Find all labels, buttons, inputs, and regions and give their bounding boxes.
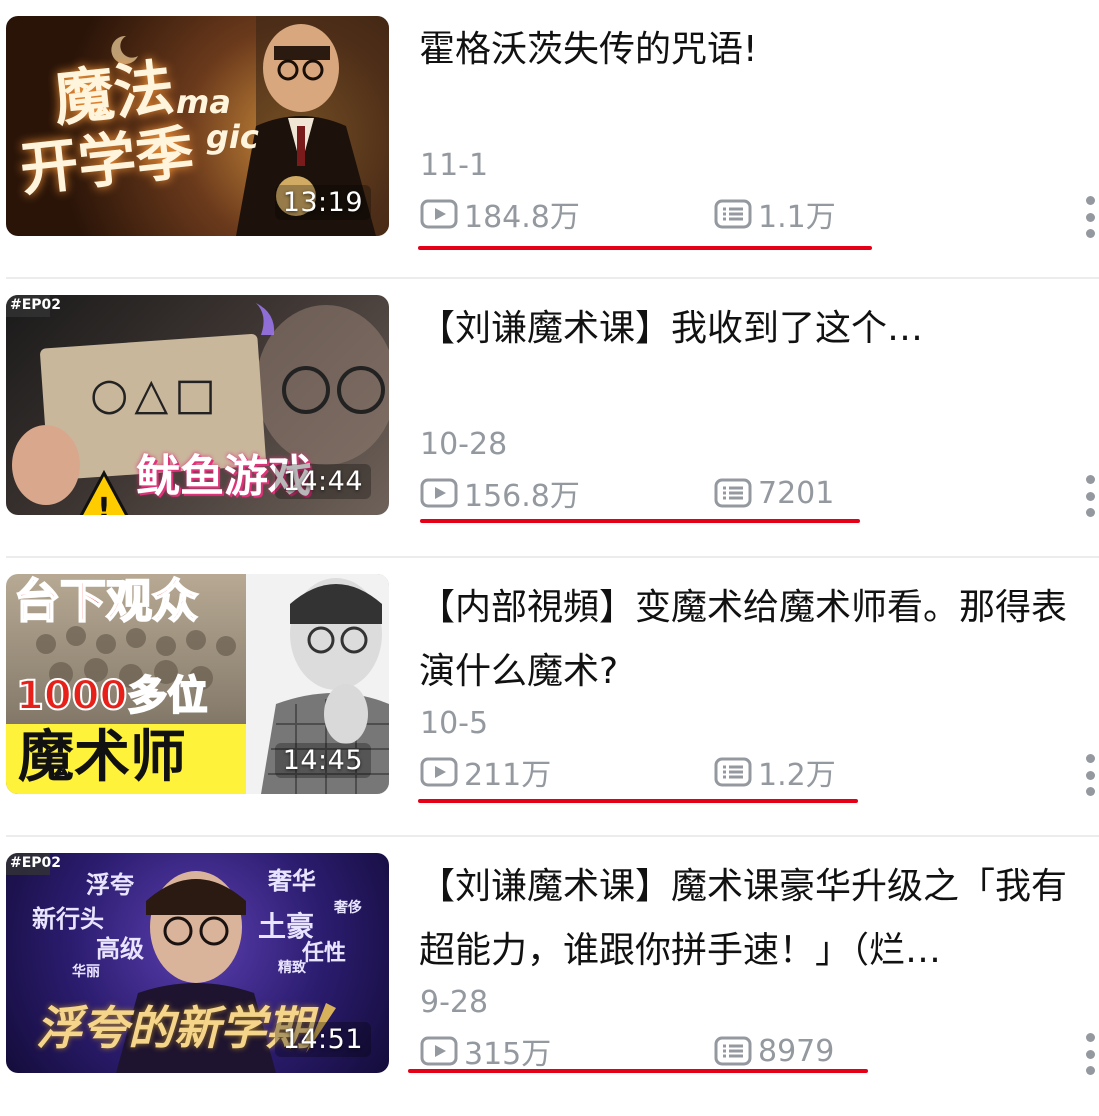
upload-date: 9-28: [420, 985, 489, 1020]
danmaku-count-icon: [714, 757, 752, 787]
thumbnail-caption: 1000多位: [15, 673, 208, 719]
thumbnail-caption: 浮夸的新学期: [36, 1001, 312, 1055]
video-duration: 13:19: [274, 185, 371, 220]
upload-date: 10-5: [420, 706, 489, 741]
red-underline-annotation: [420, 519, 860, 523]
danmaku-count-value: 7201: [758, 475, 835, 511]
thumbnail-caption: #EP02: [10, 855, 62, 871]
thumbnail-caption: ma: [176, 83, 231, 121]
thumbnail-caption: ○△□: [90, 369, 222, 420]
view-count: 156.8万: [420, 475, 580, 514]
video-card[interactable]: #EP02 浮夸 奢华 新行头 奢侈 土豪 高级 任性 华丽 精致 浮夸的新学期…: [0, 837, 1099, 1116]
thumbnail-caption: 奢侈: [334, 900, 362, 916]
video-duration: 14:45: [274, 743, 371, 778]
danmaku-count-icon: [714, 478, 752, 508]
play-count-icon: [420, 757, 458, 787]
video-duration: 14:51: [274, 1022, 371, 1057]
red-underline-annotation: [418, 246, 872, 250]
video-card[interactable]: 台下观众 1000多位 魔术师 14:45 【内部視頻】变魔术给魔术师看。那得表…: [0, 558, 1099, 837]
thumbnail-caption: 魔法: [50, 52, 178, 136]
view-count: 184.8万: [420, 196, 580, 235]
thumbnail-caption: 奢华: [268, 867, 316, 895]
danmaku-count-value: 1.2万: [758, 758, 836, 793]
video-thumbnail[interactable]: #EP02 浮夸 奢华 新行头 奢侈 土豪 高级 任性 华丽 精致 浮夸的新学期…: [6, 853, 389, 1073]
thumbnail-caption: gic: [206, 118, 259, 156]
danmaku-count: 1.2万: [714, 754, 836, 793]
view-count-value: 156.8万: [464, 479, 580, 514]
red-underline-annotation: [408, 1069, 868, 1073]
thumbnail-caption: 精致: [278, 960, 306, 976]
thumbnail-caption: 土豪: [258, 910, 315, 943]
thumbnail-caption: 高级: [96, 935, 144, 963]
video-title[interactable]: 【刘谦魔术课】魔术课豪华升级之「我有超能力，谁跟你拼手速！」（烂…: [419, 855, 1093, 983]
danmaku-count-value: 8979: [758, 1033, 835, 1069]
video-thumbnail[interactable]: 魔法 开学季 ma gic 13:19: [6, 16, 389, 236]
play-count-icon: [420, 199, 458, 229]
video-card[interactable]: 魔法 开学季 ma gic 13:19 霍格沃茨失传的咒语! 11-1 184.…: [0, 0, 1099, 279]
thumbnail-caption: 任性: [302, 941, 347, 966]
video-title[interactable]: 【刘谦魔术课】我收到了这个…: [419, 297, 1093, 361]
more-vertical-icon[interactable]: [1083, 754, 1097, 796]
view-count-value: 184.8万: [464, 200, 580, 235]
red-underline-annotation: [418, 799, 858, 803]
video-thumbnail[interactable]: ! #EP02 ○△□ 鱿鱼游戏 14:44: [6, 295, 389, 515]
svg-text:!: !: [97, 492, 111, 515]
thumbnail-caption: 开学季: [16, 118, 198, 204]
video-list: 魔法 开学季 ma gic 13:19 霍格沃茨失传的咒语! 11-1 184.…: [0, 0, 1099, 1083]
video-card[interactable]: ! #EP02 ○△□ 鱿鱼游戏 14:44 【刘谦魔术课】我收到了这个… 10…: [0, 279, 1099, 558]
thumbnail-caption: 台下观众: [13, 574, 199, 628]
play-count-icon: [420, 478, 458, 508]
danmaku-count: 7201: [714, 475, 834, 511]
danmaku-count-value: 1.1万: [758, 200, 836, 235]
video-title[interactable]: 霍格沃茨失传的咒语!: [419, 18, 1093, 82]
more-vertical-icon[interactable]: [1083, 475, 1097, 517]
danmaku-count: 1.1万: [714, 196, 836, 235]
thumbnail-caption: 华丽: [72, 964, 100, 980]
danmaku-count-icon: [714, 1036, 752, 1066]
play-count-icon: [420, 1036, 458, 1066]
more-vertical-icon[interactable]: [1083, 196, 1097, 238]
thumbnail-caption: 新行头: [32, 905, 104, 933]
view-count: 211万: [420, 754, 551, 793]
view-count-value: 315万: [464, 1037, 552, 1072]
danmaku-count: 8979: [714, 1033, 834, 1069]
upload-date: 10-28: [420, 427, 508, 462]
thumbnail-caption: 浮夸: [86, 871, 134, 899]
danmaku-count-icon: [714, 199, 752, 229]
view-count-value: 211万: [464, 758, 552, 793]
upload-date: 11-1: [420, 148, 489, 183]
view-count: 315万: [420, 1033, 551, 1072]
video-title[interactable]: 【内部視頻】变魔术给魔术师看。那得表演什么魔术?: [419, 576, 1093, 704]
video-thumbnail[interactable]: 台下观众 1000多位 魔术师 14:45: [6, 574, 389, 794]
thumbnail-caption: 魔术师: [18, 725, 186, 790]
video-duration: 14:44: [274, 464, 371, 499]
thumbnail-caption: #EP02: [10, 297, 62, 313]
more-vertical-icon[interactable]: [1083, 1033, 1097, 1075]
